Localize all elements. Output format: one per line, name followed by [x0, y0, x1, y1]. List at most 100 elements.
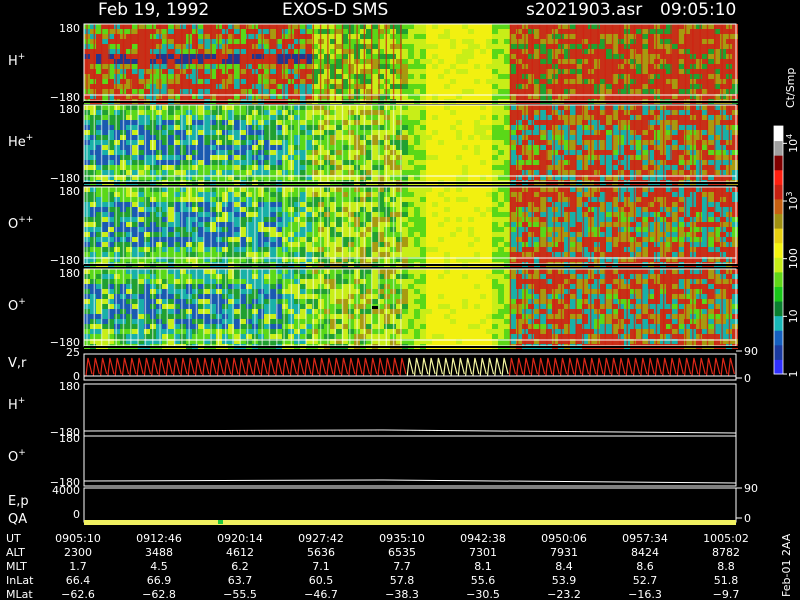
colorbar-unit: Ct/Smp — [784, 68, 797, 108]
qa-label: QA — [8, 512, 27, 527]
ep-left-tick: 4000 — [52, 484, 80, 497]
line-panel-2: O+180−180 — [8, 432, 737, 489]
line-panel-tick-top: 180 — [59, 432, 80, 445]
orbit-cell: 2300 — [64, 546, 92, 559]
orbit-cell: −55.5 — [223, 588, 257, 600]
orbit-cell: −30.5 — [466, 588, 500, 600]
orbit-cell: 7.1 — [312, 560, 330, 573]
colorbar-swatch — [774, 359, 783, 375]
ep-right-tick: 90 — [744, 482, 758, 495]
orbit-cell: 60.5 — [309, 574, 334, 587]
orbit-cell: −23.2 — [547, 588, 581, 600]
colorbar-swatch — [774, 213, 783, 229]
orbit-cell: 0957:34 — [622, 532, 668, 545]
ep-left-tick: 0 — [73, 508, 80, 521]
orbit-cell: 6.2 — [231, 560, 249, 573]
line-panels: H+180−180O+180−180 — [8, 380, 737, 489]
colorbar-swatch — [774, 242, 783, 258]
header-date: Feb 19, 1992 — [98, 0, 209, 20]
orbit-cell: −9.7 — [713, 588, 740, 600]
colorbar-swatch — [774, 169, 783, 185]
orbit-cell: 0950:06 — [541, 532, 587, 545]
orbit-cell: 0905:10 — [55, 532, 101, 545]
orbit-cell: 7931 — [550, 546, 578, 559]
orbit-cell: 6535 — [388, 546, 416, 559]
spectrogram-panel-1: H+180−180 — [8, 22, 738, 104]
orbit-cell: 8.4 — [555, 560, 573, 573]
orbit-cell: 8.8 — [717, 560, 735, 573]
orbit-cell: −38.3 — [385, 588, 419, 600]
panel-ytick-top: 180 — [59, 103, 80, 116]
colorbar-swatch — [774, 271, 783, 287]
spectrogram-panel-2: He+180−180 — [8, 103, 738, 185]
spectrogram-panel-3: O++180−180 — [8, 185, 738, 267]
orbit-cell: 1.7 — [69, 560, 87, 573]
line-panel-tick-top: 180 — [59, 380, 80, 393]
colorbar-swatch — [774, 257, 783, 273]
exos-d-sms-plot: Feb 19, 1992 EXOS-D SMS s2021903.asr 09:… — [0, 0, 800, 600]
colorbar-swatch — [774, 228, 783, 244]
orbit-row-name: UT — [6, 532, 21, 545]
vr-right-tick: 90 — [744, 345, 758, 358]
colorbar-swatch — [774, 315, 783, 331]
orbit-cell: 63.7 — [228, 574, 253, 587]
orbit-cell: 1005:02 — [703, 532, 749, 545]
orbit-row-name: MLT — [6, 560, 27, 573]
orbit-cell: 66.4 — [66, 574, 91, 587]
colorbar-swatch — [774, 286, 783, 302]
orbit-cell: 7.7 — [393, 560, 411, 573]
colorbar-swatch — [774, 140, 783, 156]
orbit-cell: 3488 — [145, 546, 173, 559]
colorbar-swatch — [774, 344, 783, 360]
ep-label: E,p — [8, 494, 29, 509]
panel-ytick-top: 180 — [59, 267, 80, 280]
line-panel-1: H+180−180 — [8, 380, 737, 439]
header-file: s2021903.asr — [526, 0, 642, 20]
orbit-cell: −62.8 — [142, 588, 176, 600]
colorbar-tick: 10 — [787, 309, 800, 323]
orbit-cell: 0920:14 — [217, 532, 263, 545]
colorbar-swatch — [774, 126, 783, 142]
orbit-cell: 0942:38 — [460, 532, 506, 545]
orbit-cell: 8.1 — [474, 560, 492, 573]
orbit-row-name: ALT — [6, 546, 25, 559]
colorbar-swatch — [774, 198, 783, 215]
colorbar-swatch — [774, 301, 783, 317]
vr-left-tick: 25 — [66, 346, 80, 359]
colorbar-tick: 1 — [787, 371, 800, 378]
orbit-cell: 0912:46 — [136, 532, 182, 545]
vr-label: V,r — [8, 356, 27, 371]
orbit-cell: 7301 — [469, 546, 497, 559]
orbit-cell: 5636 — [307, 546, 335, 559]
orbit-row-name: MLat — [6, 588, 33, 600]
panel-ytick-bottom: −180 — [50, 254, 80, 267]
footer-label: Feb-01 2AA — [780, 533, 793, 597]
orbit-cell: 0935:10 — [379, 532, 425, 545]
orbit-cell: 57.8 — [390, 574, 415, 587]
orbit-cell: 8424 — [631, 546, 659, 559]
orbit-cell: 53.9 — [552, 574, 577, 587]
vr-right-tick: 0 — [744, 372, 751, 385]
orbit-cell: 66.9 — [147, 574, 172, 587]
orbit-cell: −16.3 — [628, 588, 662, 600]
qa-flag — [218, 520, 223, 524]
data-gap-mark — [372, 306, 378, 309]
colorbar-swatch — [774, 155, 783, 171]
orbit-cell: 8782 — [712, 546, 740, 559]
orbit-cell: −62.6 — [61, 588, 95, 600]
ep-right-tick: 0 — [744, 512, 751, 525]
qa-bar — [84, 520, 736, 525]
orbit-cell: 51.8 — [714, 574, 739, 587]
orbit-cell: 55.6 — [471, 574, 496, 587]
orbit-cell: 52.7 — [633, 574, 658, 587]
orbit-cell: −46.7 — [304, 588, 338, 600]
ep-frame — [83, 487, 737, 523]
colorbar-tick: 100 — [787, 248, 800, 269]
orbit-cell: 8.6 — [636, 560, 654, 573]
colorbar-swatch — [774, 184, 783, 200]
panel-ytick-bottom: −180 — [50, 172, 80, 185]
panel-ytick-top: 180 — [59, 22, 80, 35]
orbit-cell: 4.5 — [150, 560, 168, 573]
orbit-row-name: InLat — [6, 574, 34, 587]
header-instrument: EXOS-D SMS — [282, 0, 388, 20]
